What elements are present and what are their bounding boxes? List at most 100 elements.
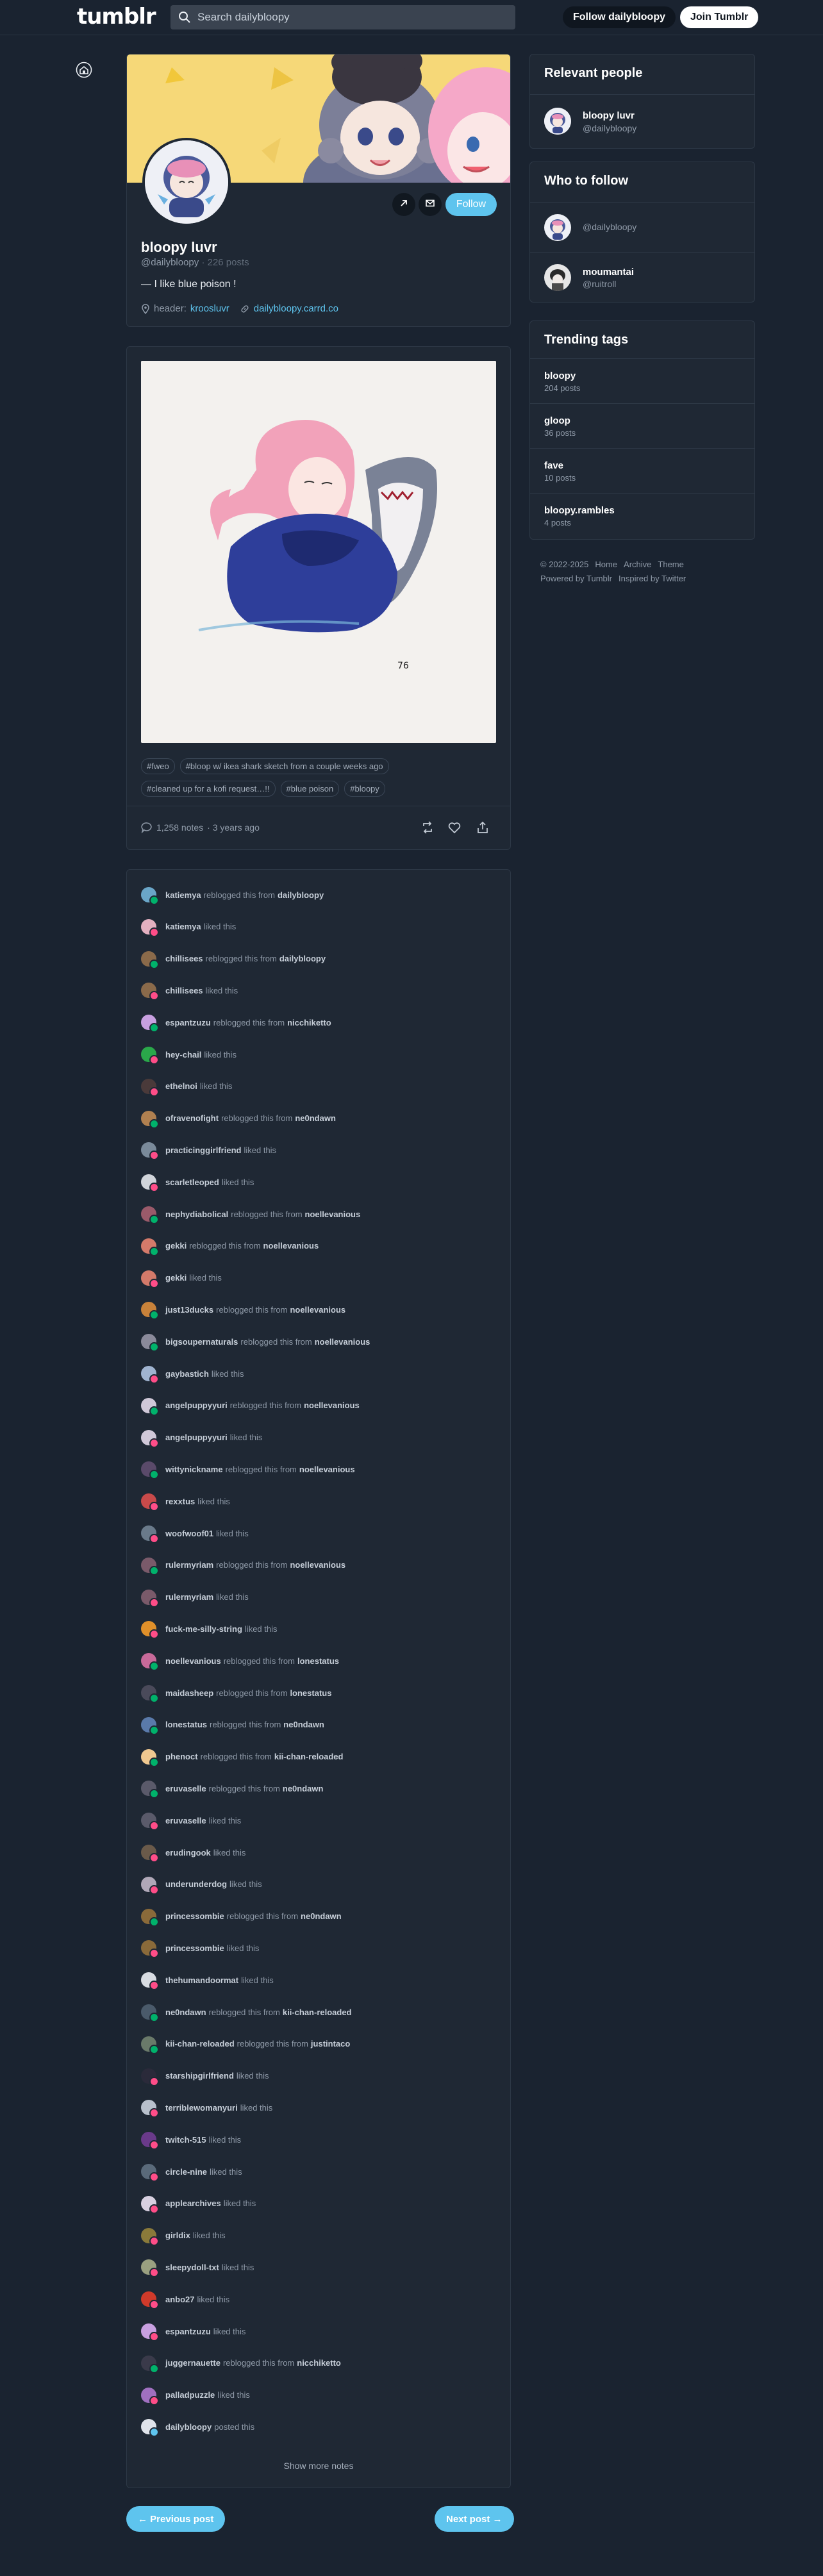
note-avatar[interactable]: [141, 887, 159, 905]
note-item[interactable]: espantzuzu liked this: [141, 2322, 245, 2341]
note-username[interactable]: erudingook: [165, 1848, 211, 1857]
note-username[interactable]: nephydiabolical: [165, 1209, 228, 1219]
note-source-username[interactable]: noellevanious: [290, 1560, 345, 1570]
note-avatar[interactable]: [141, 1429, 159, 1448]
note-username[interactable]: anbo27: [165, 2295, 195, 2304]
note-avatar[interactable]: [141, 1078, 159, 1097]
note-avatar[interactable]: [141, 2164, 159, 2182]
note-item[interactable]: gekki liked this: [141, 1268, 222, 1288]
reblog-icon[interactable]: [420, 820, 435, 835]
note-username[interactable]: kii-chan-reloaded: [165, 2039, 235, 2048]
note-source-username[interactable]: noellevanious: [304, 1400, 360, 1410]
note-avatar[interactable]: [141, 2100, 159, 2118]
note-item[interactable]: thehumandoormat liked this: [141, 1970, 274, 1991]
note-item[interactable]: katiemya reblogged this from dailybloopy: [141, 885, 324, 905]
note-avatar[interactable]: [141, 1685, 159, 1703]
note-username[interactable]: fuck-me-silly-string: [165, 1624, 242, 1634]
suggested-blog[interactable]: @dailybloopy: [530, 202, 754, 253]
next-post-button[interactable]: Next post →: [435, 2506, 514, 2532]
note-item[interactable]: woofwoof01 liked this: [141, 1524, 249, 1543]
note-item[interactable]: angelpuppyyuri liked this: [141, 1428, 262, 1448]
note-source-username[interactable]: kii-chan-reloaded: [274, 1752, 344, 1761]
tag[interactable]: #cleaned up for a kofi request…!!: [141, 781, 276, 797]
note-avatar[interactable]: [141, 1047, 159, 1065]
note-username[interactable]: chillisees: [165, 986, 203, 995]
note-avatar[interactable]: [141, 1238, 159, 1256]
note-avatar[interactable]: [141, 1110, 159, 1129]
note-avatar[interactable]: [141, 1015, 159, 1033]
follow-button[interactable]: Follow: [445, 193, 497, 216]
note-avatar[interactable]: [141, 1174, 159, 1193]
note-avatar[interactable]: [141, 1589, 159, 1608]
note-username[interactable]: practicinggirlfriend: [165, 1145, 241, 1155]
note-username[interactable]: maidasheep: [165, 1688, 213, 1698]
note-item[interactable]: kii-chan-reloaded reblogged this from just…: [141, 2034, 350, 2054]
note-item[interactable]: fuck-me-silly-string liked this: [141, 1619, 278, 1640]
note-avatar[interactable]: [141, 2068, 159, 2086]
note-item[interactable]: girldix liked this: [141, 2226, 226, 2246]
note-avatar[interactable]: [141, 2291, 159, 2310]
note-item[interactable]: ethelnoi liked this: [141, 1077, 232, 1097]
share-icon[interactable]: [476, 820, 490, 835]
note-username[interactable]: sleepydoll-txt: [165, 2263, 219, 2272]
note-item[interactable]: katiemya liked this: [141, 917, 236, 937]
tag[interactable]: #fweo: [141, 758, 175, 774]
note-avatar[interactable]: [141, 2036, 159, 2054]
trending-tag[interactable]: fave 10 posts: [530, 448, 754, 494]
inspired-by-link[interactable]: Inspired by Twitter: [619, 574, 686, 583]
note-source-username[interactable]: dailybloopy: [278, 890, 324, 900]
note-avatar[interactable]: [141, 1653, 159, 1672]
note-username[interactable]: gekki: [165, 1241, 187, 1251]
note-avatar[interactable]: [141, 1972, 159, 1991]
show-more-notes-button[interactable]: Show more notes: [127, 2461, 510, 2471]
note-source-username[interactable]: lonestatus: [297, 1656, 339, 1666]
note-username[interactable]: gaybastich: [165, 1369, 209, 1379]
note-avatar[interactable]: [141, 1206, 159, 1224]
note-username[interactable]: angelpuppyyuri: [165, 1400, 228, 1410]
note-avatar[interactable]: [141, 1813, 159, 1831]
note-avatar[interactable]: [141, 983, 159, 1001]
note-item[interactable]: scarletleoped liked this: [141, 1172, 254, 1193]
note-username[interactable]: just13ducks: [165, 1305, 213, 1315]
note-avatar[interactable]: [141, 2227, 159, 2246]
note-avatar[interactable]: [141, 1397, 159, 1416]
note-item[interactable]: sleepydoll-txt liked this: [141, 2257, 254, 2278]
note-avatar[interactable]: [141, 1493, 159, 1512]
suggested-blog[interactable]: moumantai @ruitroll: [530, 252, 754, 303]
note-username[interactable]: ethelnoi: [165, 1081, 197, 1091]
note-source-username[interactable]: noellevanious: [290, 1305, 345, 1315]
note-item[interactable]: chillisees reblogged this from dailybloopy: [141, 949, 326, 969]
tag[interactable]: #bloopy: [344, 781, 385, 797]
note-username[interactable]: hey-chail: [165, 1050, 201, 1059]
home-icon[interactable]: [76, 62, 92, 78]
note-avatar[interactable]: [141, 1845, 159, 1863]
note-avatar[interactable]: [141, 1908, 159, 1927]
note-source-username[interactable]: justintaco: [311, 2039, 350, 2048]
note-username[interactable]: lonestatus: [165, 1720, 207, 1729]
note-source-username[interactable]: nicchiketto: [287, 1018, 331, 1027]
note-item[interactable]: dailybloopy posted this: [141, 2417, 254, 2438]
note-username[interactable]: gekki: [165, 1273, 187, 1283]
note-item[interactable]: wittynickname reblogged this from noelleva…: [141, 1459, 355, 1480]
note-source-username[interactable]: ne0ndawn: [283, 1784, 324, 1793]
note-item[interactable]: twitch-515 liked this: [141, 2130, 241, 2150]
note-username[interactable]: wittynickname: [165, 1465, 223, 1474]
note-username[interactable]: underunderdog: [165, 1879, 227, 1889]
note-item[interactable]: practicinggirlfriend liked this: [141, 1140, 276, 1161]
relevant-person[interactable]: bloopy luvr @dailybloopy: [530, 94, 754, 149]
search-bar[interactable]: [170, 5, 515, 29]
note-username[interactable]: espantzuzu: [165, 1018, 211, 1027]
note-username[interactable]: eruvaselle: [165, 1816, 206, 1825]
footer-theme-link[interactable]: Theme: [658, 560, 683, 569]
note-username[interactable]: dailybloopy: [165, 2422, 212, 2432]
note-username[interactable]: rexxtus: [165, 1497, 195, 1506]
note-source-username[interactable]: ne0ndawn: [301, 1911, 342, 1921]
note-avatar[interactable]: [141, 2132, 159, 2150]
message-button[interactable]: [419, 193, 442, 216]
note-username[interactable]: phenoct: [165, 1752, 198, 1761]
note-item[interactable]: juggernauette reblogged this from nicchike…: [141, 2354, 341, 2373]
note-source-username[interactable]: noellevanious: [315, 1337, 370, 1347]
note-avatar[interactable]: [141, 918, 159, 937]
note-username[interactable]: chillisees: [165, 954, 203, 963]
note-item[interactable]: palladpuzzle liked this: [141, 2386, 250, 2406]
